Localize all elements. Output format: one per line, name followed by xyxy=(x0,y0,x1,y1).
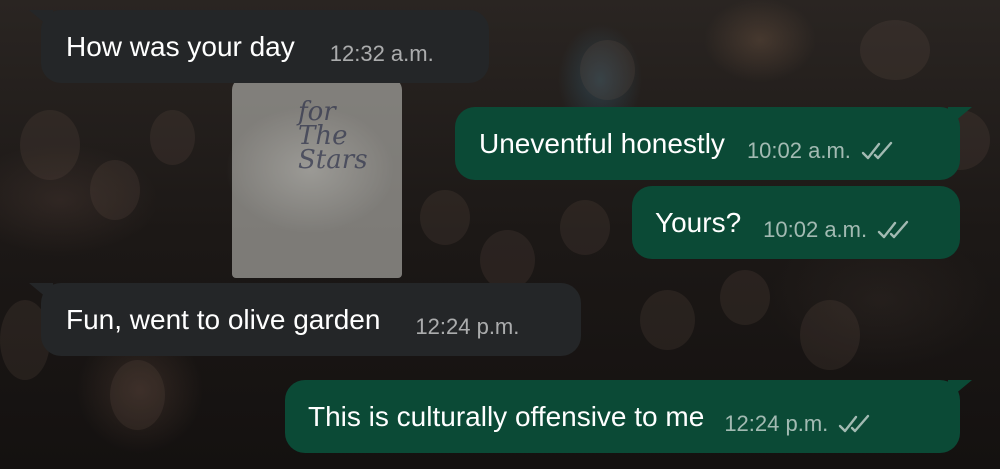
bubble-tail xyxy=(948,107,972,127)
message-timestamp: 12:24 p.m. xyxy=(415,313,520,339)
bubble-tail xyxy=(29,10,53,30)
read-double-check-icon xyxy=(877,220,909,238)
message-bubble-incoming[interactable]: Fun, went to olive garden 12:24 p.m. xyxy=(29,283,581,356)
message-text: Uneventful honestly xyxy=(479,127,725,159)
message-timestamp: 12:24 p.m. xyxy=(724,411,874,437)
message-bubble-outgoing[interactable]: Yours? 10:02 a.m. xyxy=(632,186,960,259)
message-bubble-incoming[interactable]: How was your day 12:32 a.m. xyxy=(29,10,489,83)
read-double-check-icon xyxy=(839,414,870,432)
message-bubble-outgoing[interactable]: This is culturally offensive to me 12:24… xyxy=(285,380,972,453)
message-text: This is culturally offensive to me xyxy=(308,400,705,432)
message-bubble-outgoing[interactable]: Uneventful honestly 10:02 a.m. xyxy=(455,107,972,180)
wallpaper-shirt-text: for The Stars xyxy=(298,97,368,175)
read-double-check-icon xyxy=(861,141,893,159)
message-text: Yours? xyxy=(655,206,742,238)
bubble-tail xyxy=(948,380,972,400)
message-text: Fun, went to olive garden xyxy=(66,303,381,335)
bubble-tail xyxy=(29,283,53,303)
message-timestamp: 10:02 a.m. xyxy=(747,138,897,164)
message-timestamp: 10:02 a.m. xyxy=(763,217,913,243)
chat-view: for The Stars How was your day 12:32 a.m… xyxy=(0,0,1000,469)
message-timestamp: 12:32 a.m. xyxy=(329,40,434,66)
message-text: How was your day xyxy=(66,30,295,62)
